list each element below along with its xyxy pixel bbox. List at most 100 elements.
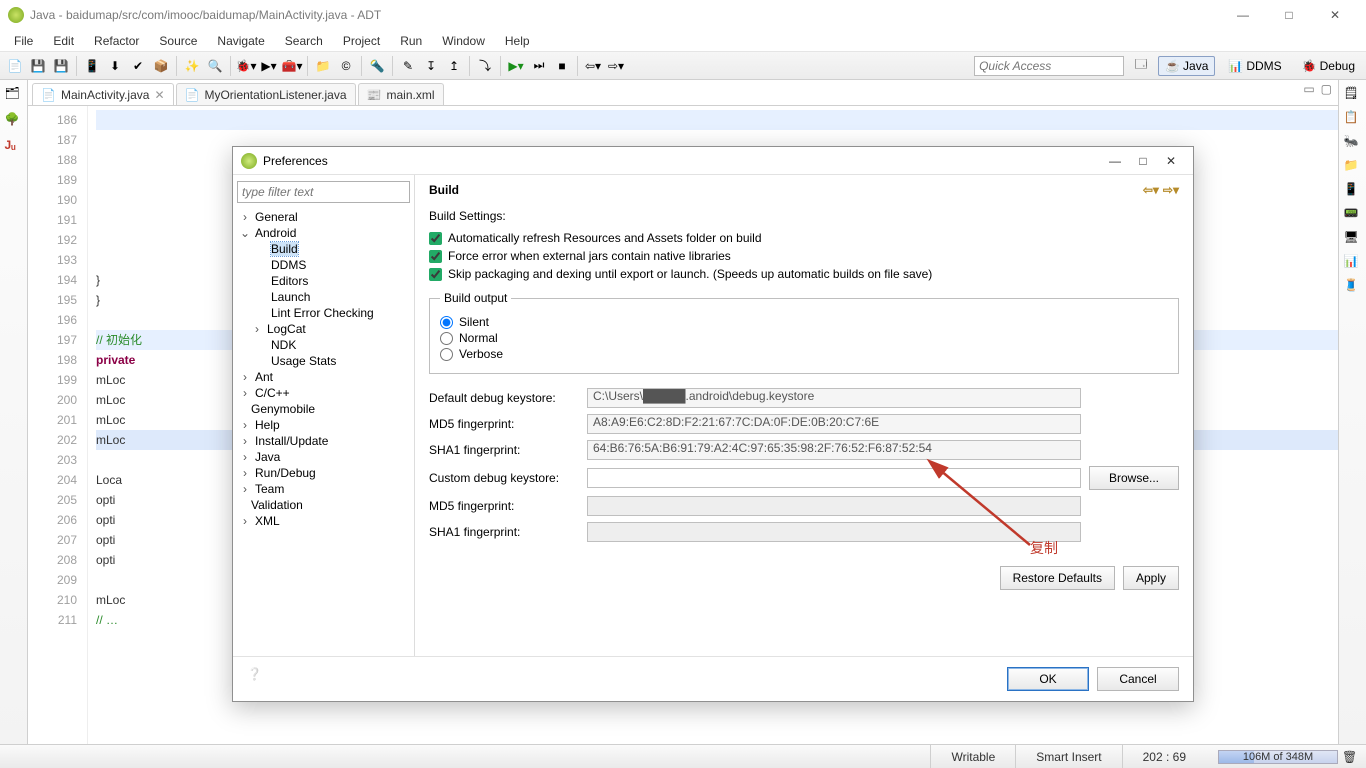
ext-tools-icon[interactable]: 🧰▾ <box>281 55 303 77</box>
radio-normal[interactable]: Normal <box>440 331 1168 345</box>
sdk-icon[interactable]: ⬇ <box>104 55 126 77</box>
tab-mainxml[interactable]: 📰 main.xml <box>358 83 444 105</box>
tree-java[interactable]: ›Java <box>237 449 410 465</box>
restore-defaults-button[interactable]: Restore Defaults <box>1000 566 1115 590</box>
browse-button[interactable]: Browse... <box>1089 466 1179 490</box>
minimize-view-icon[interactable]: ▭ <box>1303 82 1314 96</box>
dialog-minimize-button[interactable]: — <box>1101 149 1129 173</box>
perspective-ddms[interactable]: 📊 DDMS <box>1221 56 1288 76</box>
wand-icon[interactable]: ✨ <box>181 55 203 77</box>
emulator-icon[interactable]: 🖥 <box>1344 230 1362 248</box>
logcat-icon[interactable]: 📟 <box>1344 206 1362 224</box>
tree-genymobile[interactable]: Genymobile <box>237 401 410 417</box>
open-perspective-icon[interactable]: 🗔 <box>1130 55 1152 77</box>
tree-ddms[interactable]: DDMS <box>237 257 410 273</box>
perspective-java[interactable]: ☕ Java <box>1158 56 1215 76</box>
dialog-titlebar[interactable]: Preferences — □ ✕ <box>233 147 1193 175</box>
tree-cpp[interactable]: ›C/C++ <box>237 385 410 401</box>
re-run-icon[interactable]: ▶▾ <box>505 55 527 77</box>
tree-rundebug[interactable]: ›Run/Debug <box>237 465 410 481</box>
heap-icon[interactable]: 📊 <box>1344 254 1362 272</box>
run-icon[interactable]: ▶▾ <box>258 55 280 77</box>
menu-project[interactable]: Project <box>333 32 390 50</box>
lint-icon[interactable]: ✔ <box>127 55 149 77</box>
tree-general[interactable]: ›General <box>237 209 410 225</box>
new-package-icon[interactable]: 📁 <box>312 55 334 77</box>
close-icon[interactable]: ✕ <box>154 88 164 102</box>
tree-xml[interactable]: ›XML <box>237 513 410 529</box>
back-icon[interactable]: ⇦▾ <box>582 55 604 77</box>
cancel-button[interactable]: Cancel <box>1097 667 1179 691</box>
minimize-button[interactable]: — <box>1220 0 1266 30</box>
ok-button[interactable]: OK <box>1007 667 1089 691</box>
close-button[interactable]: ✕ <box>1312 0 1358 30</box>
menu-search[interactable]: Search <box>275 32 333 50</box>
chk-force-error[interactable]: Force error when external jars contain n… <box>429 249 1179 263</box>
maximize-button[interactable]: □ <box>1266 0 1312 30</box>
save-icon[interactable]: 💾 <box>27 55 49 77</box>
prev-annotation-icon[interactable]: ↥ <box>443 55 465 77</box>
radio-verbose[interactable]: Verbose <box>440 347 1168 361</box>
skip-icon[interactable]: ⏭ <box>528 55 550 77</box>
new-icon[interactable]: 📄 <box>4 55 26 77</box>
chk-auto-refresh[interactable]: Automatically refresh Resources and Asse… <box>429 231 1179 245</box>
maximize-view-icon[interactable]: ▢ <box>1321 82 1332 96</box>
quick-access-input[interactable] <box>974 56 1124 76</box>
chk-skip-packaging[interactable]: Skip packaging and dexing until export o… <box>429 267 1179 281</box>
tree-help[interactable]: ›Help <box>237 417 410 433</box>
search-icon[interactable]: 🔦 <box>366 55 388 77</box>
tab-mainactivity[interactable]: 📄 MainActivity.java ✕ <box>32 83 174 105</box>
help-icon[interactable]: ❔ <box>247 667 262 691</box>
filter-input[interactable] <box>237 181 410 203</box>
radio-silent[interactable]: Silent <box>440 315 1168 329</box>
file-explorer-icon[interactable]: 📁 <box>1344 158 1362 176</box>
tree-install[interactable]: ›Install/Update <box>237 433 410 449</box>
package-explorer-icon[interactable]: 🗂 <box>5 86 23 104</box>
trash-icon[interactable]: 🗑 <box>1342 750 1358 764</box>
menu-window[interactable]: Window <box>432 32 495 50</box>
next-annotation-icon[interactable]: ↧ <box>420 55 442 77</box>
save-all-icon[interactable]: 💾 <box>50 55 72 77</box>
dialog-maximize-button[interactable]: □ <box>1129 149 1157 173</box>
heap-meter[interactable]: 106M of 348M <box>1218 750 1338 764</box>
menu-navigate[interactable]: Navigate <box>207 32 274 50</box>
menu-file[interactable]: File <box>4 32 43 50</box>
avd-icon[interactable]: 📱 <box>81 55 103 77</box>
dialog-close-button[interactable]: ✕ <box>1157 149 1185 173</box>
preferences-tree[interactable]: ›General ⌄Android Build DDMS Editors Lau… <box>233 175 415 656</box>
tree-logcat[interactable]: ›LogCat <box>237 321 410 337</box>
forward-icon[interactable]: ⇨▾ <box>605 55 627 77</box>
menu-edit[interactable]: Edit <box>43 32 84 50</box>
custom-keystore-input[interactable] <box>587 468 1081 488</box>
hierarchy-icon[interactable]: 🌳 <box>5 112 23 130</box>
tree-validation[interactable]: Validation <box>237 497 410 513</box>
menu-source[interactable]: Source <box>149 32 207 50</box>
menu-run[interactable]: Run <box>390 32 432 50</box>
stop-icon[interactable]: ■ <box>551 55 573 77</box>
tree-editors[interactable]: Editors <box>237 273 410 289</box>
tree-lint[interactable]: Lint Error Checking <box>237 305 410 321</box>
perspective-debug[interactable]: 🐞 Debug <box>1295 56 1362 76</box>
apply-button[interactable]: Apply <box>1123 566 1179 590</box>
tree-ant[interactable]: ›Ant <box>237 369 410 385</box>
tree-usage[interactable]: Usage Stats <box>237 353 410 369</box>
debug-icon[interactable]: 🐞▾ <box>235 55 257 77</box>
menu-help[interactable]: Help <box>495 32 540 50</box>
tree-android[interactable]: ⌄Android <box>237 225 410 241</box>
devices-icon[interactable]: 📱 <box>1344 182 1362 200</box>
menu-refactor[interactable]: Refactor <box>84 32 149 50</box>
step-icon[interactable]: ⤵ <box>474 55 496 77</box>
tree-build[interactable]: Build <box>237 241 410 257</box>
tree-team[interactable]: ›Team <box>237 481 410 497</box>
tree-launch[interactable]: Launch <box>237 289 410 305</box>
nav-fwd-icon[interactable]: ⇨▾ <box>1163 183 1179 197</box>
new-project-icon[interactable]: 📦 <box>150 55 172 77</box>
ant-view-icon[interactable]: 🐜 <box>1344 134 1362 152</box>
open-type-icon[interactable]: 🔍 <box>204 55 226 77</box>
new-class-icon[interactable]: © <box>335 55 357 77</box>
threads-icon[interactable]: 🧵 <box>1344 278 1362 296</box>
nav-back-icon[interactable]: ⇦▾ <box>1143 183 1159 197</box>
tree-ndk[interactable]: NDK <box>237 337 410 353</box>
outline-icon[interactable]: 🗒 <box>1344 86 1362 104</box>
toggle-mark-icon[interactable]: ✎ <box>397 55 419 77</box>
